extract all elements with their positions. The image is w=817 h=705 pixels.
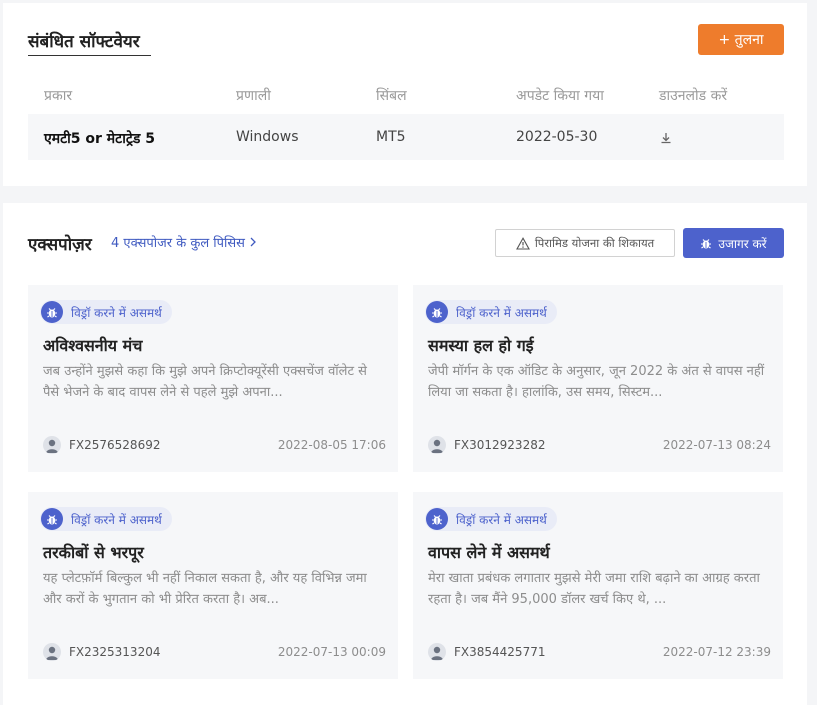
col-header-symbol: सिंबल [376, 88, 407, 104]
col-header-type: प्रकार [44, 88, 73, 104]
card-date: 2022-08-05 17:06 [277, 438, 386, 452]
card-user: FX2576528692 [43, 436, 160, 454]
badge-label: विड्रॉ करने में असमर्थ [456, 512, 547, 527]
badge-label: विड्रॉ करने में असमर्थ [456, 305, 547, 320]
exposure-count-link[interactable]: 4 एक्सपोजर के कुल पिसिस [111, 233, 257, 251]
warning-icon [515, 236, 530, 250]
expose-label: उजागर करें [718, 236, 767, 251]
user-id: FX3012923282 [454, 438, 546, 452]
bug-icon [426, 301, 448, 323]
card-description: जब उन्होंने मुझसे कहा कि मुझे अपने क्रिप… [43, 364, 367, 400]
user-id: FX2325313204 [69, 645, 161, 659]
card-title: वापस लेने में असमर्थ [428, 543, 550, 562]
card-date: 2022-07-13 08:24 [662, 438, 771, 452]
card-user: FX3012923282 [428, 436, 545, 454]
card-date: 2022-07-13 00:09 [277, 645, 386, 659]
status-badge: विड्रॉ करने में असमर्थ [40, 300, 172, 324]
cell-type: एमटी5 or मेटाट्रेड 5 [44, 131, 156, 147]
card-date: 2022-07-12 23:39 [662, 645, 771, 659]
status-badge: विड्रॉ करने में असमर्थ [425, 507, 557, 531]
download-icon[interactable] [659, 131, 673, 145]
avatar [43, 436, 61, 454]
status-badge: विड्रॉ करने में असमर्थ [40, 507, 172, 531]
cell-system: Windows [236, 129, 299, 145]
expose-button[interactable]: उजागर करें [683, 228, 784, 258]
status-badge: विड्रॉ करने में असमर्थ [425, 300, 557, 324]
col-header-download: डाउनलोड करें [659, 88, 728, 104]
section-title-exposure: एक्सपोज़र [28, 235, 92, 255]
report-scheme-button[interactable]: पिरामिड योजना की शिकायत [495, 229, 675, 257]
bug-icon [41, 508, 63, 530]
avatar [43, 643, 61, 661]
compare-button[interactable]: + तुलना [698, 24, 784, 55]
exposure-count-label: 4 एक्सपोजर के कुल पिसिस [111, 236, 245, 251]
col-header-updated: अपडेट किया गया [516, 88, 604, 104]
bug-icon [701, 238, 712, 248]
card-description: मेरा खाता प्रबंधक लगातार मुझसे मेरी जमा … [428, 571, 760, 607]
related-software-panel: संबंधित सॉफ्टवेयर + तुलना प्रकार प्रणाली… [3, 3, 807, 186]
exposure-card[interactable]: विड्रॉ करने में असमर्थ समस्या हल हो गई ज… [413, 285, 783, 472]
bug-icon [41, 301, 63, 323]
card-title: अविश्वसनीय मंच [43, 336, 143, 355]
badge-label: विड्रॉ करने में असमर्थ [71, 305, 162, 320]
avatar [428, 643, 446, 661]
card-description: यह प्लेटफ़ॉर्म बिल्कुल भी नहीं निकाल सकत… [43, 571, 367, 607]
user-id: FX2576528692 [69, 438, 161, 452]
avatar [428, 436, 446, 454]
chevron-right-icon [250, 237, 256, 247]
card-description: जेपी मॉर्गन के एक ऑडिट के अनुसार, जून 20… [428, 364, 765, 400]
card-user: FX2325313204 [43, 643, 160, 661]
cell-symbol: MT5 [376, 129, 406, 145]
exposure-card[interactable]: विड्रॉ करने में असमर्थ तरकीबों से भरपूर … [28, 492, 398, 679]
section-title-software: संबंधित सॉफ्टवेयर [28, 32, 140, 52]
card-title: तरकीबों से भरपूर [43, 543, 144, 562]
title-underline [28, 55, 151, 56]
card-title: समस्या हल हो गई [428, 336, 534, 355]
exposure-card[interactable]: विड्रॉ करने में असमर्थ अविश्वसनीय मंच जब… [28, 285, 398, 472]
col-header-system: प्रणाली [236, 88, 271, 104]
badge-label: विड्रॉ करने में असमर्थ [71, 512, 162, 527]
report-scheme-label: पिरामिड योजना की शिकायत [534, 235, 655, 250]
bug-icon [426, 508, 448, 530]
user-id: FX3854425771 [454, 645, 546, 659]
card-user: FX3854425771 [428, 643, 545, 661]
cell-updated: 2022-05-30 [516, 129, 598, 145]
exposure-card[interactable]: विड्रॉ करने में असमर्थ वापस लेने में असम… [413, 492, 783, 679]
exposure-panel: एक्सपोज़र 4 एक्सपोजर के कुल पिसिस पिरामि… [3, 203, 807, 705]
